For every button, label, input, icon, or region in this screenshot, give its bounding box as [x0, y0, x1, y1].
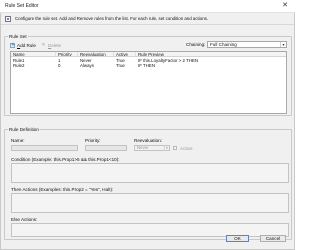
reevaluation-dropdown[interactable]: Never ▾	[134, 145, 170, 151]
rule-set-icon	[5, 16, 11, 22]
rule-name-cell: Rule2	[13, 63, 25, 68]
close-icon[interactable]: ✕	[282, 2, 288, 10]
chevron-down-icon: ▾	[164, 146, 169, 151]
reevaluation-label: Reevaluation:	[134, 138, 163, 143]
active-label: Active	[180, 146, 193, 151]
rule-set-editor-dialog: Configure the rule set. Add and Remove r…	[0, 13, 295, 250]
reevaluation-value: Never	[137, 145, 149, 150]
window-title: Rule Set Editor	[5, 3, 39, 9]
else-actions-label: Else Actions:	[11, 217, 38, 222]
condition-editor[interactable]	[11, 163, 289, 183]
header-separator	[1, 24, 294, 25]
delete-rule-button[interactable]: ✕ Delete	[41, 41, 62, 48]
column-header-priority[interactable]: Priority	[56, 52, 78, 56]
rule-set-group-label: Rule Set	[8, 34, 28, 39]
rule-active-cell: True	[116, 63, 125, 68]
rule-definition-group-label: Rule Definition	[8, 127, 40, 132]
rules-table[interactable]: Name Priority Reevaluation Active Rule P…	[10, 51, 287, 114]
rule-toolbar: Add Rule ✕ Delete	[10, 41, 66, 49]
add-rule-label: dd Rule	[20, 42, 36, 48]
table-row[interactable]: Rule2 0 Always True IF THEN	[11, 63, 286, 68]
delete-icon: ✕	[41, 41, 46, 48]
cancel-button[interactable]: Cancel	[260, 235, 286, 242]
column-header-active[interactable]: Active	[114, 52, 136, 56]
then-actions-label: Then Actions (Examples: this.Prop2 = "Ye…	[11, 187, 114, 192]
dialog-description: Configure the rule set. Add and Remove r…	[15, 16, 209, 21]
chaining-value: Full Chaining	[210, 42, 237, 47]
name-label: Name:	[11, 138, 25, 143]
active-checkbox[interactable]	[173, 146, 177, 150]
priority-input[interactable]	[85, 145, 127, 151]
column-header-rule-preview[interactable]: Rule Preview	[136, 52, 286, 56]
add-rule-icon	[10, 42, 15, 48]
ok-button[interactable]: OK	[226, 235, 249, 242]
chaining-label: Chaining:	[186, 42, 206, 47]
column-header-name[interactable]: Name	[11, 52, 56, 56]
chaining-dropdown[interactable]: Full Chaining ▾	[207, 41, 287, 48]
then-actions-editor[interactable]	[11, 193, 289, 213]
chevron-down-icon: ▾	[280, 42, 286, 47]
rule-name-input[interactable]	[11, 145, 78, 151]
rule-definition-group: Rule Definition Name: Priority: Reevalua…	[4, 127, 292, 240]
rule-priority-cell: 0	[58, 63, 61, 68]
condition-label: Condition (Example: this.Prop1>5 && this…	[11, 157, 120, 162]
table-header: Name Priority Reevaluation Active Rule P…	[11, 52, 286, 57]
delete-label: elete	[51, 42, 62, 48]
title-bar: Rule Set Editor ✕	[0, 0, 295, 13]
rule-reevaluation-cell: Always	[80, 63, 94, 68]
priority-label: Priority:	[85, 138, 101, 143]
add-rule-button[interactable]: Add Rule	[10, 42, 36, 48]
rule-set-group: Rule Set Add Rule ✕ Delete Chaining: Ful…	[4, 34, 292, 116]
rule-preview-cell: IF THEN	[138, 63, 155, 68]
column-header-reevaluation[interactable]: Reevaluation	[78, 52, 114, 56]
